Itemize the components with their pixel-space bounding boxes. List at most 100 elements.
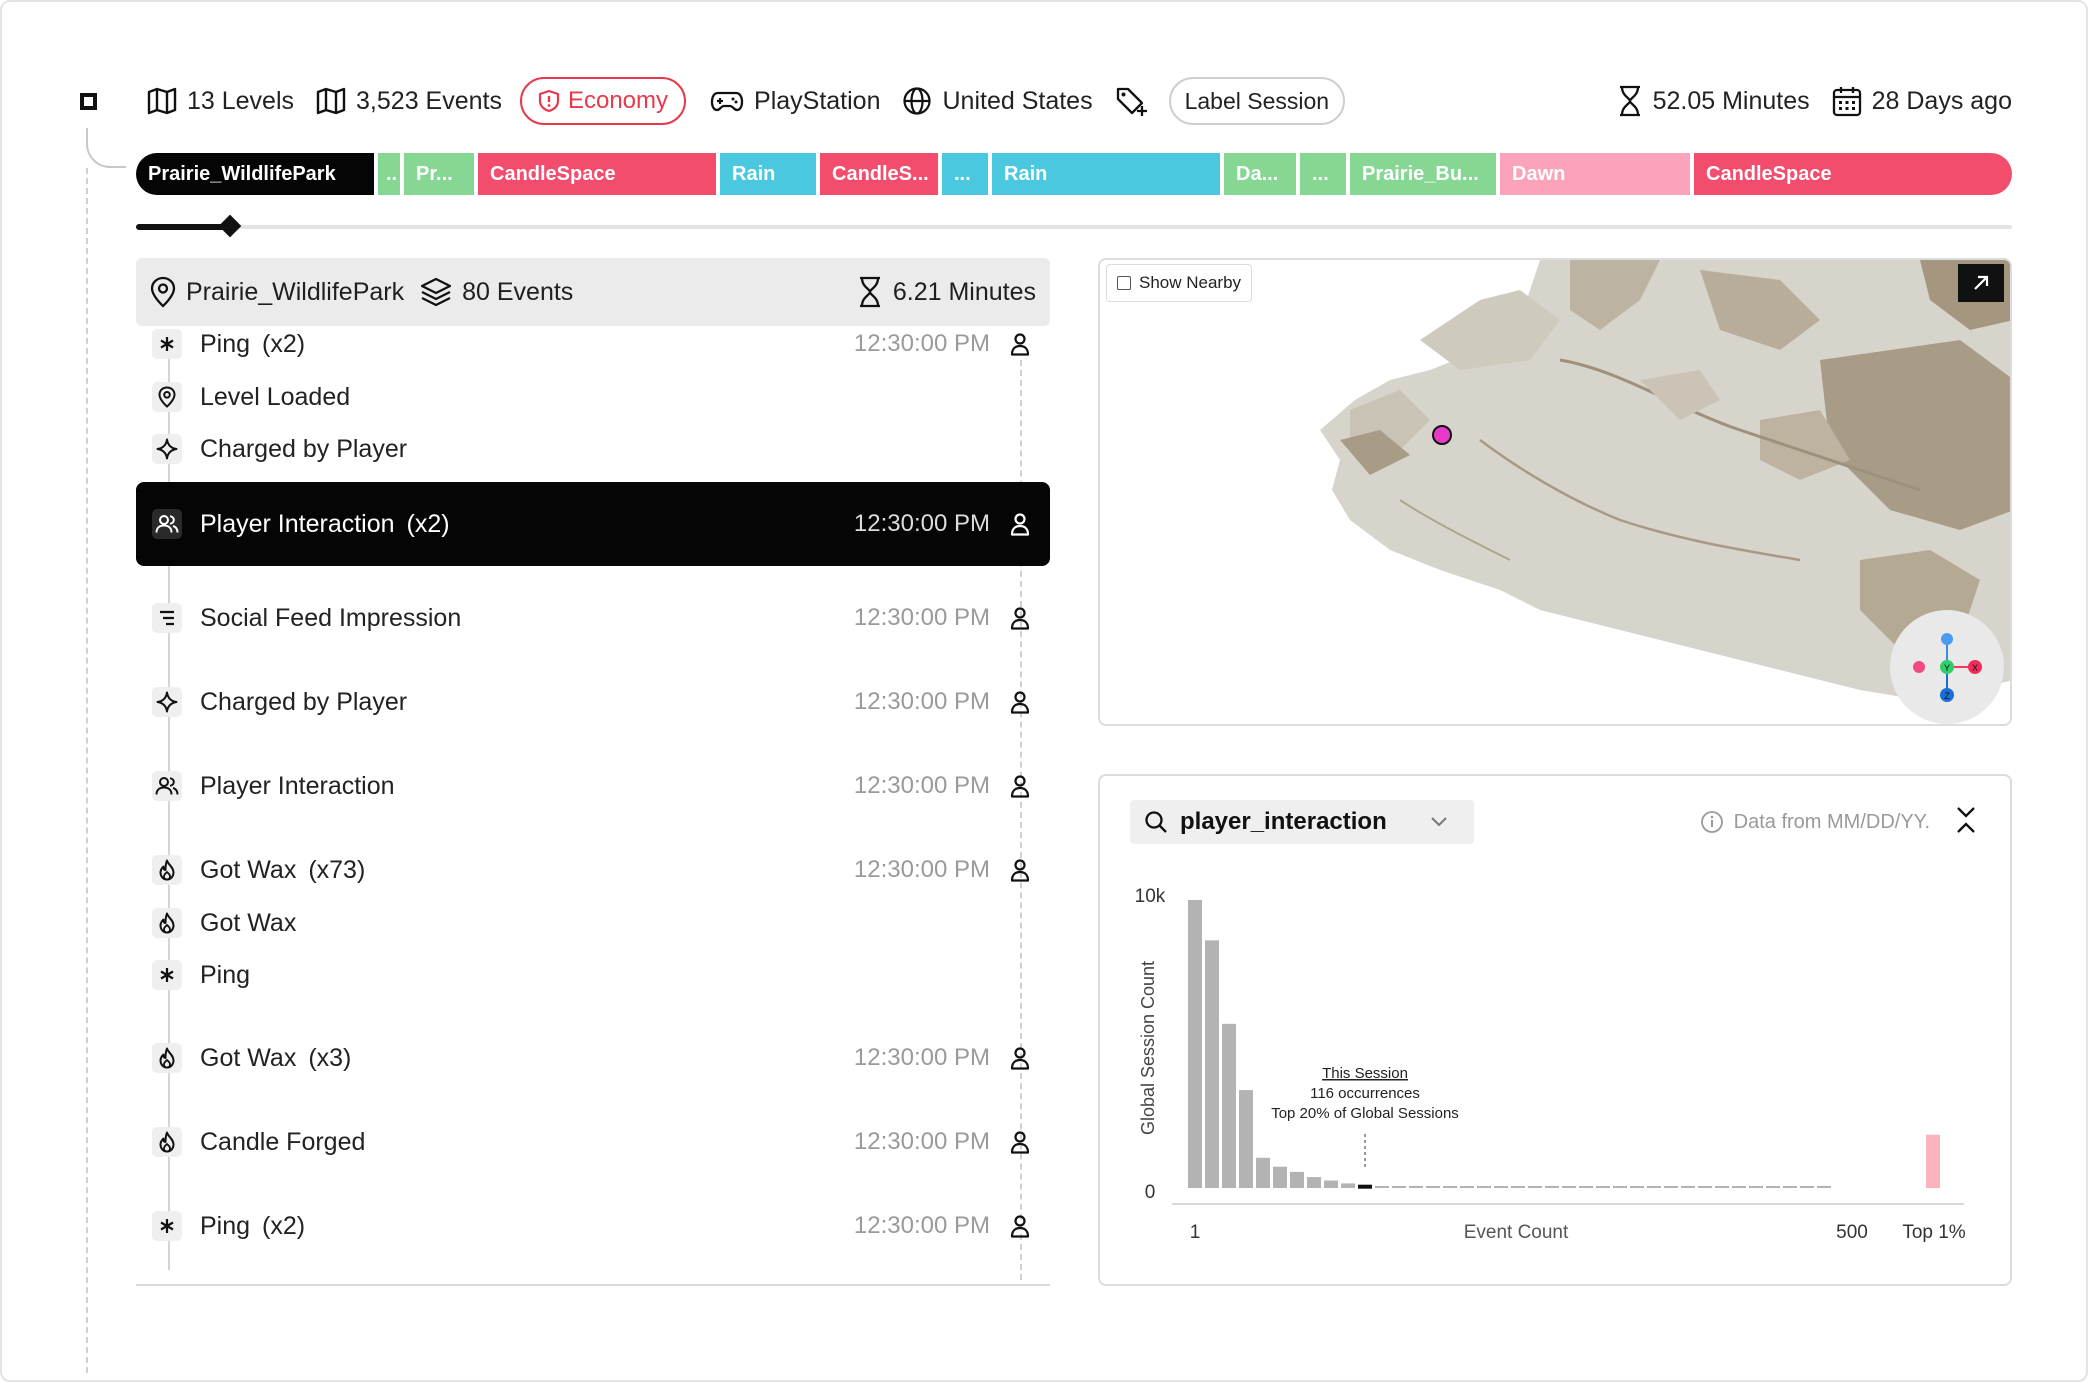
event-row[interactable]: Player Interaction 12:30:00 PM bbox=[136, 761, 1050, 811]
list-icon bbox=[152, 603, 182, 633]
segment[interactable]: Prairie_WildlifePark bbox=[136, 153, 374, 195]
segment[interactable]: CandleSpace bbox=[1694, 153, 2012, 195]
segment[interactable]: ... bbox=[1300, 153, 1346, 195]
event-row[interactable]: Charged by Player bbox=[136, 424, 1050, 474]
event-row[interactable]: Social Feed Impression 12:30:00 PM bbox=[136, 593, 1050, 643]
segment[interactable]: Rain bbox=[992, 153, 1220, 195]
segment[interactable]: ... bbox=[942, 153, 988, 195]
event-name: Candle Forged bbox=[200, 1128, 365, 1157]
event-label: Charged by Player bbox=[200, 687, 408, 716]
player-icon[interactable] bbox=[1010, 690, 1030, 721]
event-row[interactable]: Got Wax bbox=[136, 898, 1050, 948]
player-icon[interactable] bbox=[1010, 774, 1030, 805]
annotation-rank: Top 20% of Global Sessions bbox=[1271, 1105, 1459, 1122]
event-timestamp: 12:30:00 PM bbox=[853, 1212, 990, 1239]
timeline-slider-track[interactable] bbox=[136, 225, 2012, 229]
player-icon[interactable] bbox=[1010, 512, 1030, 543]
platform-stat: PlayStation bbox=[710, 87, 880, 116]
event-count: (x2) bbox=[262, 329, 306, 358]
asterisk-icon bbox=[152, 960, 182, 990]
terrain-map bbox=[1320, 260, 2010, 700]
square-icon[interactable] bbox=[80, 92, 97, 110]
event-row[interactable]: Player Interaction (x2) 12:30:00 PM bbox=[136, 482, 1050, 566]
event-timestamp: 12:30:00 PM bbox=[853, 330, 990, 357]
gamepad-icon bbox=[710, 91, 744, 112]
event-row[interactable]: Got Wax (x73) 12:30:00 PM bbox=[136, 845, 1050, 895]
economy-tag[interactable]: Economy bbox=[519, 77, 687, 125]
segment[interactable]: CandleSpace bbox=[478, 153, 716, 195]
event-name: Ping (x2) bbox=[200, 1212, 305, 1241]
timeline-guide bbox=[86, 168, 88, 1373]
segment[interactable]: .. bbox=[378, 153, 400, 195]
event-label: Social Feed Impression bbox=[200, 603, 462, 632]
event-count: (x3) bbox=[308, 1043, 352, 1072]
histogram-bar bbox=[1443, 1186, 1457, 1188]
event-row[interactable]: Ping bbox=[136, 950, 1050, 1000]
histogram-bar bbox=[1222, 1023, 1236, 1188]
player-icon[interactable] bbox=[1010, 1130, 1030, 1161]
asterisk-icon bbox=[152, 1211, 182, 1241]
location-icon bbox=[152, 382, 182, 412]
event-name: Player Interaction (x2) bbox=[200, 510, 450, 539]
histogram-bar bbox=[1375, 1186, 1389, 1188]
event-row[interactable]: Ping (x2) 12:30:00 PM bbox=[136, 319, 1050, 369]
segment[interactable]: Prairie_Bu... bbox=[1350, 153, 1496, 195]
segment[interactable]: CandleS... bbox=[820, 153, 938, 195]
event-label: Got Wax bbox=[200, 855, 297, 884]
tag-plus-icon[interactable] bbox=[1115, 85, 1149, 117]
event-timestamp: 12:30:00 PM bbox=[853, 688, 990, 715]
segment[interactable]: Pr... bbox=[404, 153, 474, 195]
histogram-bar bbox=[1324, 1180, 1338, 1188]
event-timestamp: 12:30:00 PM bbox=[853, 1044, 990, 1071]
duration-label: 52.05 Minutes bbox=[1652, 86, 1810, 115]
annotation-occurrences: 116 occurrences bbox=[1310, 1085, 1420, 1102]
label-add-stat[interactable] bbox=[1115, 85, 1159, 117]
axis-gizmo[interactable]: X Y Z bbox=[1890, 610, 2004, 724]
player-icon[interactable] bbox=[1010, 1214, 1030, 1245]
histogram-bar bbox=[1681, 1186, 1695, 1188]
player-icon[interactable] bbox=[1010, 858, 1030, 889]
player-position-marker[interactable] bbox=[1432, 425, 1452, 445]
layers-icon bbox=[421, 277, 452, 307]
event-label: Ping bbox=[200, 1211, 251, 1240]
event-row[interactable]: Got Wax (x3) 12:30:00 PM bbox=[136, 1033, 1050, 1083]
histogram-bar bbox=[1392, 1186, 1406, 1188]
expand-map-button[interactable] bbox=[1958, 264, 2004, 302]
event-label: Player Interaction bbox=[200, 771, 395, 800]
level-map[interactable]: Show Nearby X Y Z bbox=[1098, 258, 2012, 726]
histogram-bar bbox=[1188, 900, 1202, 1188]
x-tick-label: 500 bbox=[1836, 1222, 1868, 1243]
event-row[interactable]: Candle Forged 12:30:00 PM bbox=[136, 1117, 1050, 1167]
level-header[interactable]: Prairie_WildlifePark 80 Events 6.21 Minu… bbox=[136, 258, 1050, 326]
histogram-bar bbox=[1409, 1186, 1423, 1188]
event-label: Level Loaded bbox=[200, 382, 351, 411]
event-name: Got Wax (x73) bbox=[200, 856, 365, 885]
show-nearby-toggle[interactable]: Show Nearby bbox=[1106, 264, 1253, 302]
event-row[interactable]: Level Loaded bbox=[136, 372, 1050, 422]
axis-y-label: Y bbox=[1944, 663, 1950, 673]
histogram-bar bbox=[1256, 1157, 1270, 1188]
segment[interactable]: Dawn bbox=[1500, 153, 1690, 195]
histogram-bar bbox=[1494, 1186, 1508, 1188]
label-session-button[interactable]: Label Session bbox=[1168, 77, 1346, 125]
segment-label: Prairie_WildlifePark bbox=[148, 162, 336, 185]
segment-label: ... bbox=[1312, 162, 1329, 185]
player-icon[interactable] bbox=[1010, 1046, 1030, 1077]
segment[interactable]: Rain bbox=[720, 153, 816, 195]
events-stat: 3,523 Events bbox=[316, 87, 502, 116]
player-icon[interactable] bbox=[1010, 332, 1030, 363]
globe-icon bbox=[903, 87, 932, 115]
calendar-icon bbox=[1832, 87, 1861, 117]
segment-label: .. bbox=[386, 162, 398, 185]
event-row[interactable]: Ping (x2) 12:30:00 PM bbox=[136, 1201, 1050, 1251]
event-row[interactable]: Charged by Player 12:30:00 PM bbox=[136, 677, 1050, 727]
segment[interactable]: Da... bbox=[1224, 153, 1296, 195]
player-icon[interactable] bbox=[1010, 606, 1030, 637]
event-name: Got Wax bbox=[200, 909, 296, 938]
event-name: Ping (x2) bbox=[200, 330, 305, 359]
session-header: 13 Levels 3,523 Events Economy PlayStati… bbox=[76, 76, 2012, 126]
event-count: (x73) bbox=[308, 855, 366, 884]
checkbox[interactable] bbox=[1117, 276, 1131, 290]
country-label: United States bbox=[942, 86, 1093, 115]
histogram-bar bbox=[1647, 1186, 1661, 1188]
